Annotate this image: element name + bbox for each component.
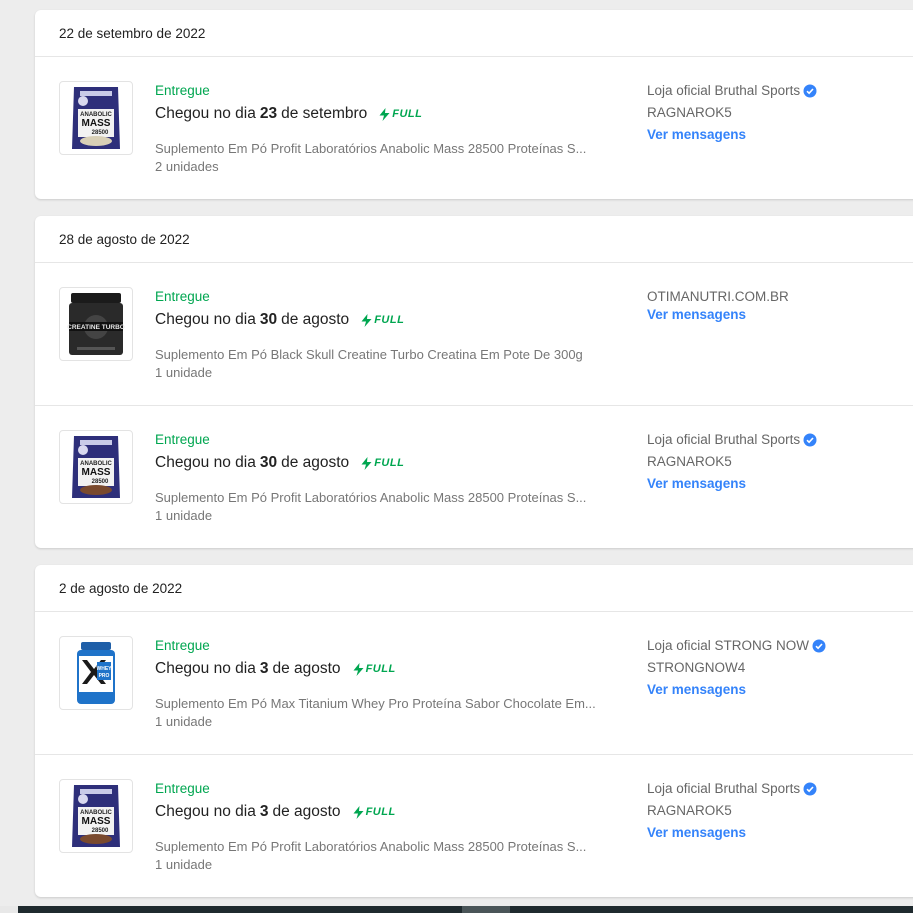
svg-text:MASS: MASS [82,467,111,478]
lightning-icon [379,107,390,121]
product-title[interactable]: Suplemento Em Pó Black Skull Creatine Tu… [155,347,617,362]
full-badge: FULL [379,107,422,121]
order-row[interactable]: WHEY PRO Entregue Chegou no dia 3 de agost… [35,612,913,755]
order-row[interactable]: CREATINE TURBO Entregue Chegou no dia 30 d… [35,263,913,406]
view-messages-link[interactable]: Ver mensagens [647,476,746,491]
product-title[interactable]: Suplemento Em Pó Profit Laboratórios Ana… [155,141,617,156]
quantity: 1 unidade [155,365,213,380]
verified-badge-icon [812,639,826,653]
order-group-card: 28 de agosto de 2022 CREATINE TURBO Entr… [35,216,913,548]
lightning-icon [361,456,372,470]
lightning-icon [353,805,364,819]
verified-badge-icon [803,782,817,796]
product-title[interactable]: Suplemento Em Pó Profit Laboratórios Ana… [155,839,617,854]
seller-nickname: RAGNAROK5 [647,105,732,120]
delivery-status: Entregue [155,638,210,653]
lightning-icon [361,313,372,327]
arrival-text: Chegou no dia 30 de agosto FULL [155,454,405,471]
full-badge: FULL [361,313,404,327]
seller-name: Loja oficial Bruthal Sports [647,83,817,98]
seller-name: Loja oficial Bruthal Sports [647,432,817,447]
svg-text:MASS: MASS [82,118,111,129]
group-date: 2 de agosto de 2022 [35,565,913,612]
lightning-icon [353,662,364,676]
product-thumbnail[interactable]: ANABOLIC MASS 28500 [59,430,133,504]
order-group-card: 2 de agosto de 2022 WHEY PRO Entregue Ch… [35,565,913,897]
arrival-text: Chegou no dia 3 de agosto FULL [155,803,396,820]
order-group-card: 22 de setembro de 2022 ANABOLIC MASS 285… [35,10,913,199]
full-badge: FULL [353,662,396,676]
order-row[interactable]: ANABOLIC MASS 28500 Entregue Chegou no d… [35,755,913,897]
svg-text:28500: 28500 [92,130,109,136]
delivery-status: Entregue [155,289,210,304]
view-messages-link[interactable]: Ver mensagens [647,307,746,322]
quantity: 2 unidades [155,159,219,174]
product-thumbnail[interactable]: CREATINE TURBO [59,287,133,361]
delivery-status: Entregue [155,781,210,796]
arrival-text: Chegou no dia 30 de agosto FULL [155,311,405,328]
group-date: 22 de setembro de 2022 [35,10,913,57]
seller-name: Loja oficial Bruthal Sports [647,781,817,796]
quantity: 1 unidade [155,857,213,872]
taskbar-start-area[interactable] [0,906,18,913]
view-messages-link[interactable]: Ver mensagens [647,825,746,840]
order-row[interactable]: ANABOLIC MASS 28500 Entregue Chegou no d… [35,406,913,548]
seller-nickname: STRONGNOW4 [647,660,746,675]
seller-nickname: RAGNAROK5 [647,454,732,469]
svg-text:CREATINE TURBO: CREATINE TURBO [67,324,125,331]
os-taskbar [0,906,913,913]
creatine-turbo-pot-image: CREATINE TURBO [67,293,125,355]
whey-pro-jar-image: WHEY PRO [77,642,115,704]
arrival-text: Chegou no dia 3 de agosto FULL [155,660,396,677]
anabolic-mass-bag-image: ANABOLIC MASS 28500 [72,87,120,149]
delivery-status: Entregue [155,83,210,98]
anabolic-mass-bag-image: ANABOLIC MASS 28500 [72,436,120,498]
product-title[interactable]: Suplemento Em Pó Max Titanium Whey Pro P… [155,696,617,711]
svg-text:PRO: PRO [99,673,110,679]
quantity: 1 unidade [155,714,213,729]
verified-badge-icon [803,84,817,98]
arrival-text: Chegou no dia 23 de setembro FULL [155,105,423,122]
anabolic-mass-bag-image: ANABOLIC MASS 28500 [72,785,120,847]
svg-text:28500: 28500 [92,828,109,834]
seller-name: OTIMANUTRI.COM.BR [647,289,789,304]
svg-text:WHEY: WHEY [97,666,113,672]
full-badge: FULL [361,456,404,470]
quantity: 1 unidade [155,508,213,523]
full-badge: FULL [353,805,396,819]
group-date: 28 de agosto de 2022 [35,216,913,263]
seller-nickname: RAGNAROK5 [647,803,732,818]
svg-text:28500: 28500 [92,479,109,485]
product-thumbnail[interactable]: ANABOLIC MASS 28500 [59,81,133,155]
order-row[interactable]: ANABOLIC MASS 28500 Entregue Chegou no d… [35,57,913,199]
svg-text:MASS: MASS [82,816,111,827]
product-thumbnail[interactable]: WHEY PRO [59,636,133,710]
delivery-status: Entregue [155,432,210,447]
product-title[interactable]: Suplemento Em Pó Profit Laboratórios Ana… [155,490,617,505]
view-messages-link[interactable]: Ver mensagens [647,682,746,697]
product-thumbnail[interactable]: ANABOLIC MASS 28500 [59,779,133,853]
verified-badge-icon [803,433,817,447]
view-messages-link[interactable]: Ver mensagens [647,127,746,142]
taskbar-app-button[interactable] [462,906,510,913]
seller-name: Loja oficial STRONG NOW [647,638,826,653]
